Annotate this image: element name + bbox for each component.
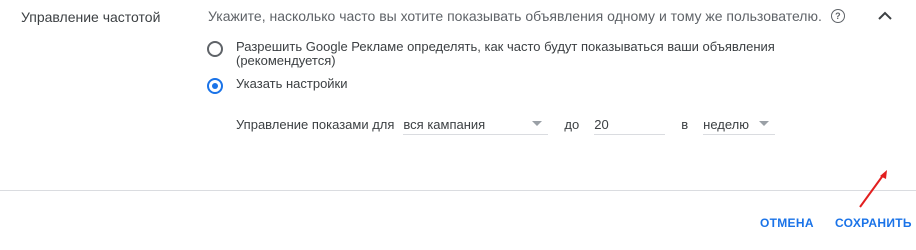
section-title: Управление частотой (21, 9, 161, 25)
arrow-annotation (859, 170, 887, 208)
radio-custom-label: Указать настройки (236, 76, 348, 91)
period-value: неделю (703, 116, 749, 132)
scope-value: вся кампания (403, 116, 486, 132)
radio-button[interactable] (207, 41, 223, 57)
frequency-controls: Управление показами для вся кампания до … (236, 114, 776, 135)
chevron-up-icon[interactable] (877, 10, 893, 22)
radio-auto-frequency[interactable]: Разрешить Google Рекламе определять, как… (207, 40, 775, 68)
period-dropdown[interactable]: неделю (703, 114, 776, 135)
save-button[interactable]: СОХРАНИТЬ (835, 216, 912, 230)
dropdown-caret-icon (759, 121, 770, 126)
radio-custom-settings[interactable]: Указать настройки (207, 77, 348, 94)
cancel-button[interactable]: ОТМЕНА (760, 216, 814, 230)
to-label: до (564, 117, 580, 132)
per-label: в (681, 117, 689, 132)
impressions-count-input[interactable] (594, 114, 666, 135)
radio-auto-sublabel: (рекомендуется) (236, 53, 336, 68)
divider (0, 190, 916, 191)
description-row: Укажите, насколько часто вы хотите показ… (208, 8, 845, 24)
limit-label: Управление показами для (236, 117, 395, 132)
scope-dropdown[interactable]: вся кампания (403, 114, 549, 135)
help-icon[interactable]: ? (830, 9, 845, 23)
section-description: Укажите, насколько часто вы хотите показ… (208, 8, 822, 24)
radio-auto-label: Разрешить Google Рекламе определять, как… (236, 39, 775, 54)
dropdown-caret-icon (532, 121, 543, 126)
radio-button-checked[interactable] (207, 78, 223, 94)
